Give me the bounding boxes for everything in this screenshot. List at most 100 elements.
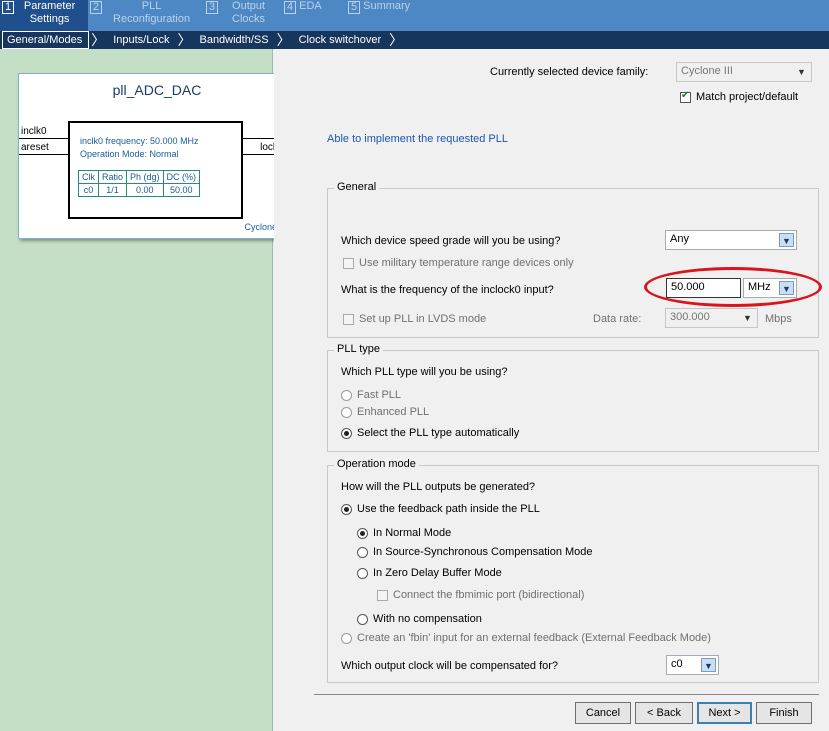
external-feedback-radio[interactable]: Create an 'fbin' input for an external f…	[341, 632, 711, 644]
next-button[interactable]: Next >	[697, 702, 752, 724]
pll-symbol: pll_ADC_DAC inclk0 areset c0 locked incl…	[18, 73, 296, 239]
chevron-down-icon: ▼	[743, 313, 752, 323]
pll-type-fast-label: Fast PLL	[357, 389, 402, 401]
military-temp-checkbox[interactable]: Use military temperature range devices o…	[343, 257, 574, 269]
radio-unselected-icon	[341, 632, 352, 644]
compensated-clock-value: c0	[671, 658, 683, 670]
speed-grade-select[interactable]: Any ▼	[665, 230, 797, 250]
normal-mode-label: In Normal Mode	[373, 527, 452, 539]
step-number: 3	[206, 1, 219, 14]
pll-type-auto-radio[interactable]: Select the PLL type automatically	[341, 427, 519, 439]
step-tab-pll-reconfiguration[interactable]: 2 PLL Reconfiguration	[88, 0, 204, 31]
step-label: Summary	[363, 0, 411, 12]
device-family-select[interactable]: Cyclone III ▼	[676, 62, 812, 82]
subtab-bandwidth-ss[interactable]: Bandwidth/SS	[195, 31, 274, 49]
pin-inclk0-line	[19, 138, 68, 139]
chevron-down-icon: ▼	[797, 67, 806, 77]
source-sync-label: In Source-Synchronous Compensation Mode	[373, 546, 593, 558]
step-tab-eda[interactable]: 4 EDA	[282, 0, 346, 31]
inclock-frequency-value: 50.000	[671, 281, 705, 293]
chevron-right-icon: 〉	[389, 32, 404, 48]
radio-unselected-icon	[357, 546, 368, 558]
lvds-mode-checkbox[interactable]: Set up PLL in LVDS mode	[343, 313, 486, 325]
radio-selected-icon	[341, 503, 352, 515]
military-temp-label: Use military temperature range devices o…	[359, 257, 574, 269]
cancel-button[interactable]: Cancel	[575, 702, 631, 724]
table-row: c0 1/1 0.00 50.00	[78, 183, 201, 197]
zero-delay-radio[interactable]: In Zero Delay Buffer Mode	[357, 567, 502, 579]
step-tab-parameter-settings[interactable]: 1 Parameter Settings	[0, 0, 88, 31]
table-cell: 1/1	[97, 183, 128, 197]
table-header: Ph (dg)	[126, 170, 164, 184]
step-tab-summary[interactable]: 5 Summary	[346, 0, 426, 31]
subtab-inputs-lock[interactable]: Inputs/Lock	[109, 31, 175, 49]
frequency-unit-value: MHz	[748, 281, 771, 293]
back-button[interactable]: < Back	[635, 702, 693, 724]
status-message: Able to implement the requested PLL	[327, 133, 509, 145]
pll-type-fast-radio[interactable]: Fast PLL	[341, 389, 401, 401]
normal-mode-radio[interactable]: In Normal Mode	[357, 527, 451, 539]
wizard-steps: 1 Parameter Settings 2 PLL Reconfigurati…	[0, 0, 829, 31]
pll-type-enhanced-radio[interactable]: Enhanced PLL	[341, 406, 429, 418]
symbol-clock-table: Clk Ratio Ph (dg) DC (%) c0 1/1 0.00 50.…	[78, 170, 201, 197]
general-group-title: General	[334, 181, 380, 193]
sub-tabs: General/Modes 〉 Inputs/Lock 〉 Bandwidth/…	[0, 31, 829, 49]
frequency-unit-select[interactable]: MHz ▼	[743, 278, 797, 298]
feedback-path-radio[interactable]: Use the feedback path inside the PLL	[341, 503, 540, 515]
finish-button[interactable]: Finish	[756, 702, 812, 724]
table-cell: 0.00	[126, 183, 164, 197]
pin-areset-label: areset	[21, 142, 49, 153]
feedback-path-label: Use the feedback path inside the PLL	[357, 503, 540, 515]
compensated-clock-question: Which output clock will be compensated f…	[341, 660, 559, 672]
inclock-frequency-input[interactable]: 50.000	[666, 278, 741, 298]
pll-type-auto-label: Select the PLL type automatically	[357, 427, 520, 439]
source-sync-radio[interactable]: In Source-Synchronous Compensation Mode	[357, 546, 593, 558]
table-header: DC (%)	[162, 170, 201, 184]
compensated-clock-select[interactable]: c0 ▼	[666, 655, 719, 675]
external-feedback-label: Create an 'fbin' input for an external f…	[357, 632, 711, 644]
data-rate-value: 300.000	[670, 311, 710, 323]
step-label: Parameter Settings	[23, 0, 76, 25]
chevron-down-icon: ▼	[701, 658, 716, 672]
fbmimic-checkbox[interactable]: Connect the fbmimic port (bidirectional)	[377, 589, 584, 601]
table-cell: 50.00	[162, 183, 201, 197]
checkbox-unchecked-icon	[343, 257, 354, 269]
pll-type-group-title: PLL type	[334, 343, 384, 355]
divider	[314, 694, 819, 695]
step-number: 1	[2, 1, 15, 14]
step-number: 5	[348, 1, 361, 14]
step-label: EDA	[299, 0, 322, 12]
pin-inclk0-label: inclk0	[21, 126, 47, 137]
step-number: 2	[90, 1, 103, 14]
table-cell: c0	[78, 183, 99, 197]
chevron-down-icon: ▼	[779, 281, 794, 295]
subtab-general-modes[interactable]: General/Modes	[2, 31, 90, 49]
chevron-right-icon: 〉	[91, 32, 106, 48]
data-rate-label: Data rate:	[593, 313, 642, 325]
pll-type-enhanced-label: Enhanced PLL	[357, 406, 430, 418]
checkbox-checked-icon	[680, 90, 691, 103]
inclock-frequency-question: What is the frequency of the inclock0 in…	[341, 284, 554, 296]
match-project-checkbox[interactable]: Match project/default	[680, 90, 799, 103]
step-label: Output Clocks	[232, 0, 266, 25]
pin-areset-line	[19, 154, 68, 155]
match-project-label: Match project/default	[696, 91, 799, 103]
subtab-clock-switchover[interactable]: Clock switchover	[295, 31, 388, 49]
symbol-info-mode: Operation Mode: Normal	[80, 149, 179, 159]
chevron-down-icon: ▼	[779, 233, 794, 247]
device-family-value: Cyclone III	[681, 65, 733, 77]
operation-mode-group-title: Operation mode	[334, 458, 419, 470]
lvds-mode-label: Set up PLL in LVDS mode	[359, 313, 487, 325]
radio-unselected-icon	[357, 613, 368, 625]
table-header-row: Clk Ratio Ph (dg) DC (%)	[78, 170, 201, 184]
pll-type-question: Which PLL type will you be using?	[341, 366, 508, 378]
no-compensation-radio[interactable]: With no compensation	[357, 613, 482, 625]
symbol-info: inclk0 frequency: 50.000 MHz Operation M…	[80, 135, 199, 161]
chevron-right-icon: 〉	[276, 32, 291, 48]
zero-delay-label: In Zero Delay Buffer Mode	[373, 567, 502, 579]
radio-selected-icon	[357, 527, 368, 539]
symbol-body: inclk0 frequency: 50.000 MHz Operation M…	[68, 121, 243, 219]
step-tab-output-clocks[interactable]: 3 Output Clocks	[204, 0, 282, 31]
data-rate-select[interactable]: 300.000 ▼	[665, 308, 758, 328]
step-number: 4	[284, 1, 297, 14]
